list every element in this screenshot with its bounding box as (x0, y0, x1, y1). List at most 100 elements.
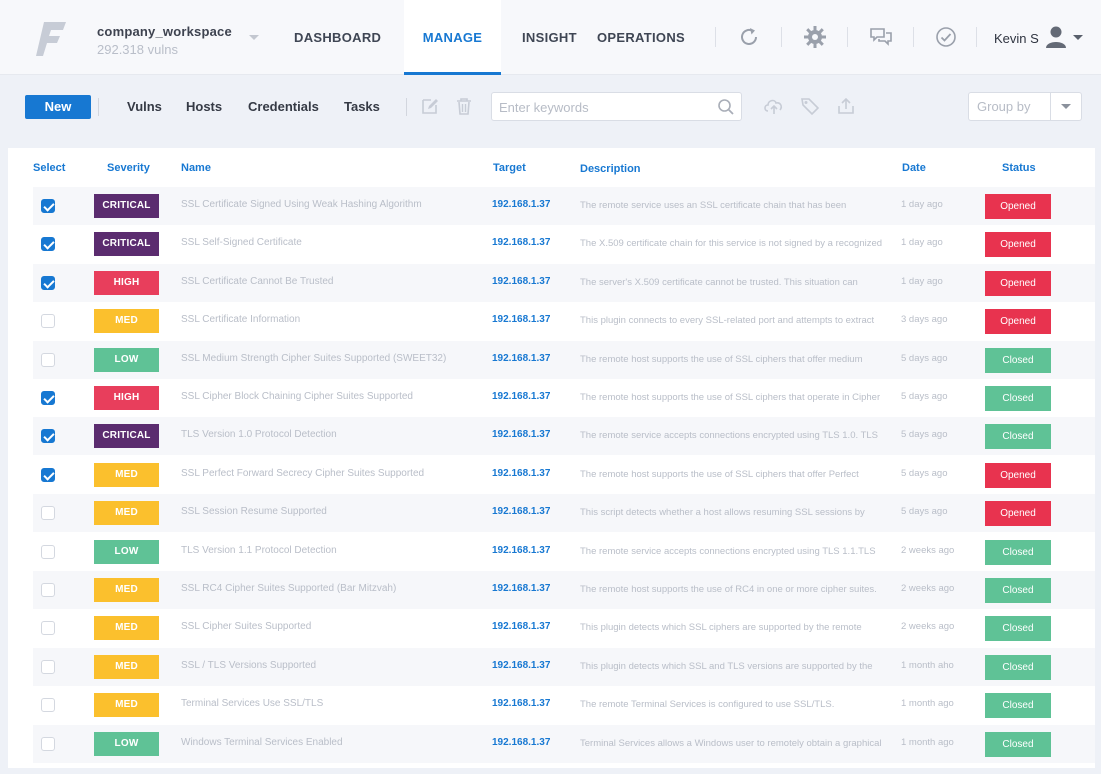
table-row[interactable]: MED SSL RC4 Cipher Suites Supported (Bar … (33, 571, 1095, 609)
status-badge[interactable]: Opened (985, 270, 1051, 296)
workspace-name[interactable]: company_workspace (97, 24, 232, 39)
search-input[interactable] (499, 98, 709, 116)
vuln-target-link[interactable]: 192.168.1.37 (492, 237, 550, 248)
chat-icon[interactable] (869, 25, 893, 49)
vuln-target-link[interactable]: 192.168.1.37 (492, 353, 550, 364)
row-select-checkbox[interactable] (41, 314, 55, 329)
tag-icon[interactable] (800, 96, 820, 116)
table-row[interactable]: LOW Windows Terminal Services Enabled 192.… (33, 724, 1095, 763)
vuln-target-link[interactable]: 192.168.1.37 (492, 545, 550, 556)
vuln-name[interactable]: SSL / TLS Versions Supported (181, 660, 316, 671)
table-row[interactable]: CRITICAL SSL Certificate Signed Using Wea… (33, 187, 1095, 225)
status-badge[interactable]: Closed (985, 654, 1051, 680)
row-select-checkbox[interactable] (41, 237, 55, 252)
vuln-name[interactable]: SSL Cipher Suites Supported (181, 621, 311, 632)
status-badge[interactable]: Closed (985, 616, 1051, 642)
refresh-icon[interactable] (737, 25, 761, 49)
vuln-name[interactable]: SSL Certificate Information (181, 314, 300, 325)
col-header-date[interactable]: Date (902, 162, 926, 174)
table-row[interactable]: HIGH SSL Cipher Block Chaining Cipher Sui… (33, 379, 1095, 417)
tab-dashboard[interactable]: DASHBOARD (294, 0, 381, 75)
vuln-name[interactable]: TLS Version 1.0 Protocol Detection (181, 429, 337, 440)
row-select-checkbox[interactable] (41, 467, 55, 482)
vuln-target-link[interactable]: 192.168.1.37 (492, 468, 550, 479)
row-select-checkbox[interactable] (41, 659, 55, 674)
group-by-select[interactable]: Group by (968, 92, 1082, 121)
col-header-status[interactable]: Status (1002, 162, 1036, 174)
vuln-target-link[interactable]: 192.168.1.37 (492, 698, 550, 709)
row-select-checkbox[interactable] (41, 275, 55, 290)
workspace-dropdown-icon[interactable] (249, 35, 259, 40)
vuln-target-link[interactable]: 192.168.1.37 (492, 660, 550, 671)
vuln-target-link[interactable]: 192.168.1.37 (492, 583, 550, 594)
user-menu-chevron-icon[interactable] (1073, 35, 1083, 40)
row-select-checkbox[interactable] (41, 698, 55, 713)
table-row[interactable]: HIGH SSL Certificate Cannot Be Trusted 192… (33, 263, 1095, 302)
vuln-target-link[interactable]: 192.168.1.37 (492, 199, 550, 210)
edit-icon[interactable] (420, 96, 440, 116)
vuln-target-link[interactable]: 192.168.1.37 (492, 314, 550, 325)
vuln-name[interactable]: SSL Session Resume Supported (181, 506, 327, 517)
row-select-checkbox[interactable] (41, 621, 55, 636)
status-badge[interactable]: Opened (985, 501, 1051, 527)
vuln-target-link[interactable]: 192.168.1.37 (492, 391, 550, 402)
subtab-hosts[interactable]: Hosts (186, 99, 222, 114)
vuln-name[interactable]: SSL Cipher Block Chaining Cipher Suites … (181, 391, 413, 402)
table-row[interactable]: CRITICAL SSL Self-Signed Certificate 192.1… (33, 225, 1095, 263)
vuln-name[interactable]: Windows Terminal Services Enabled (181, 737, 343, 748)
table-row[interactable]: MED SSL Session Resume Supported 192.168.1… (33, 494, 1095, 533)
table-row[interactable]: MED SSL / TLS Versions Supported 192.168.1… (33, 647, 1095, 686)
vuln-name[interactable]: SSL Medium Strength Cipher Suites Suppor… (181, 353, 446, 364)
vuln-target-link[interactable]: 192.168.1.37 (492, 276, 550, 287)
table-row[interactable]: CRITICAL TLS Version 1.0 Protocol Detecti… (33, 417, 1095, 456)
app-logo[interactable] (36, 20, 70, 58)
status-badge[interactable]: Opened (985, 309, 1051, 335)
col-header-name[interactable]: Name (181, 162, 211, 174)
new-button[interactable]: New (25, 95, 91, 119)
table-row[interactable]: MED SSL Cipher Suites Supported 192.168.1.… (33, 609, 1095, 647)
row-select-checkbox[interactable] (41, 583, 55, 597)
vuln-name[interactable]: Terminal Services Use SSL/TLS (181, 698, 323, 709)
user-avatar-icon[interactable] (1045, 25, 1067, 49)
col-header-target[interactable]: Target (493, 162, 526, 174)
subtab-vulns[interactable]: Vulns (127, 99, 162, 114)
status-badge[interactable]: Closed (985, 386, 1051, 411)
vuln-target-link[interactable]: 192.168.1.37 (492, 506, 550, 517)
vuln-name[interactable]: SSL Self-Signed Certificate (181, 237, 302, 248)
vuln-target-link[interactable]: 192.168.1.37 (492, 621, 550, 632)
tab-operations[interactable]: OPERATIONS (597, 0, 685, 75)
status-badge[interactable]: Closed (985, 539, 1051, 565)
vuln-name[interactable]: SSL Perfect Forward Secrecy Cipher Suite… (181, 468, 424, 479)
vuln-name[interactable]: TLS Version 1.1 Protocol Detection (181, 545, 337, 556)
status-badge[interactable]: Closed (985, 731, 1051, 757)
vuln-name[interactable]: SSL Certificate Signed Using Weak Hashin… (181, 199, 422, 210)
trash-icon[interactable] (454, 96, 474, 116)
vuln-target-link[interactable]: 192.168.1.37 (492, 737, 550, 748)
share-icon[interactable] (836, 96, 856, 116)
table-row[interactable]: MED Terminal Services Use SSL/TLS 192.168.… (33, 686, 1095, 724)
table-row[interactable]: MED SSL Perfect Forward Secrecy Cipher Su… (33, 456, 1095, 494)
row-select-checkbox[interactable] (41, 199, 55, 213)
status-badge[interactable]: Opened (985, 194, 1051, 219)
subtab-credentials[interactable]: Credentials (248, 99, 319, 114)
status-badge[interactable]: Opened (985, 232, 1051, 258)
col-header-severity[interactable]: Severity (107, 162, 150, 174)
row-select-checkbox[interactable] (41, 544, 55, 559)
cloud-upload-icon[interactable] (763, 96, 785, 116)
row-select-checkbox[interactable] (41, 391, 55, 405)
table-row[interactable]: LOW SSL Medium Strength Cipher Suites Sup… (33, 340, 1095, 379)
user-name[interactable]: Kevin S (994, 31, 1039, 46)
table-row[interactable]: LOW TLS Version 1.1 Protocol Detection 192… (33, 533, 1095, 571)
search-icon[interactable] (717, 98, 735, 116)
vuln-target-link[interactable]: 192.168.1.37 (492, 429, 550, 440)
row-select-checkbox[interactable] (41, 506, 55, 521)
table-row[interactable]: MED SSL Certificate Information 192.168.1.… (33, 302, 1095, 340)
col-header-description[interactable]: Description (580, 163, 641, 175)
vuln-name[interactable]: SSL RC4 Cipher Suites Supported (Bar Mit… (181, 583, 396, 594)
status-badge[interactable]: Closed (985, 424, 1051, 450)
status-badge[interactable]: Closed (985, 693, 1051, 719)
check-circle-icon[interactable] (934, 25, 958, 49)
row-select-checkbox[interactable] (41, 352, 55, 367)
status-badge[interactable]: Closed (985, 347, 1051, 373)
row-select-checkbox[interactable] (41, 736, 55, 751)
